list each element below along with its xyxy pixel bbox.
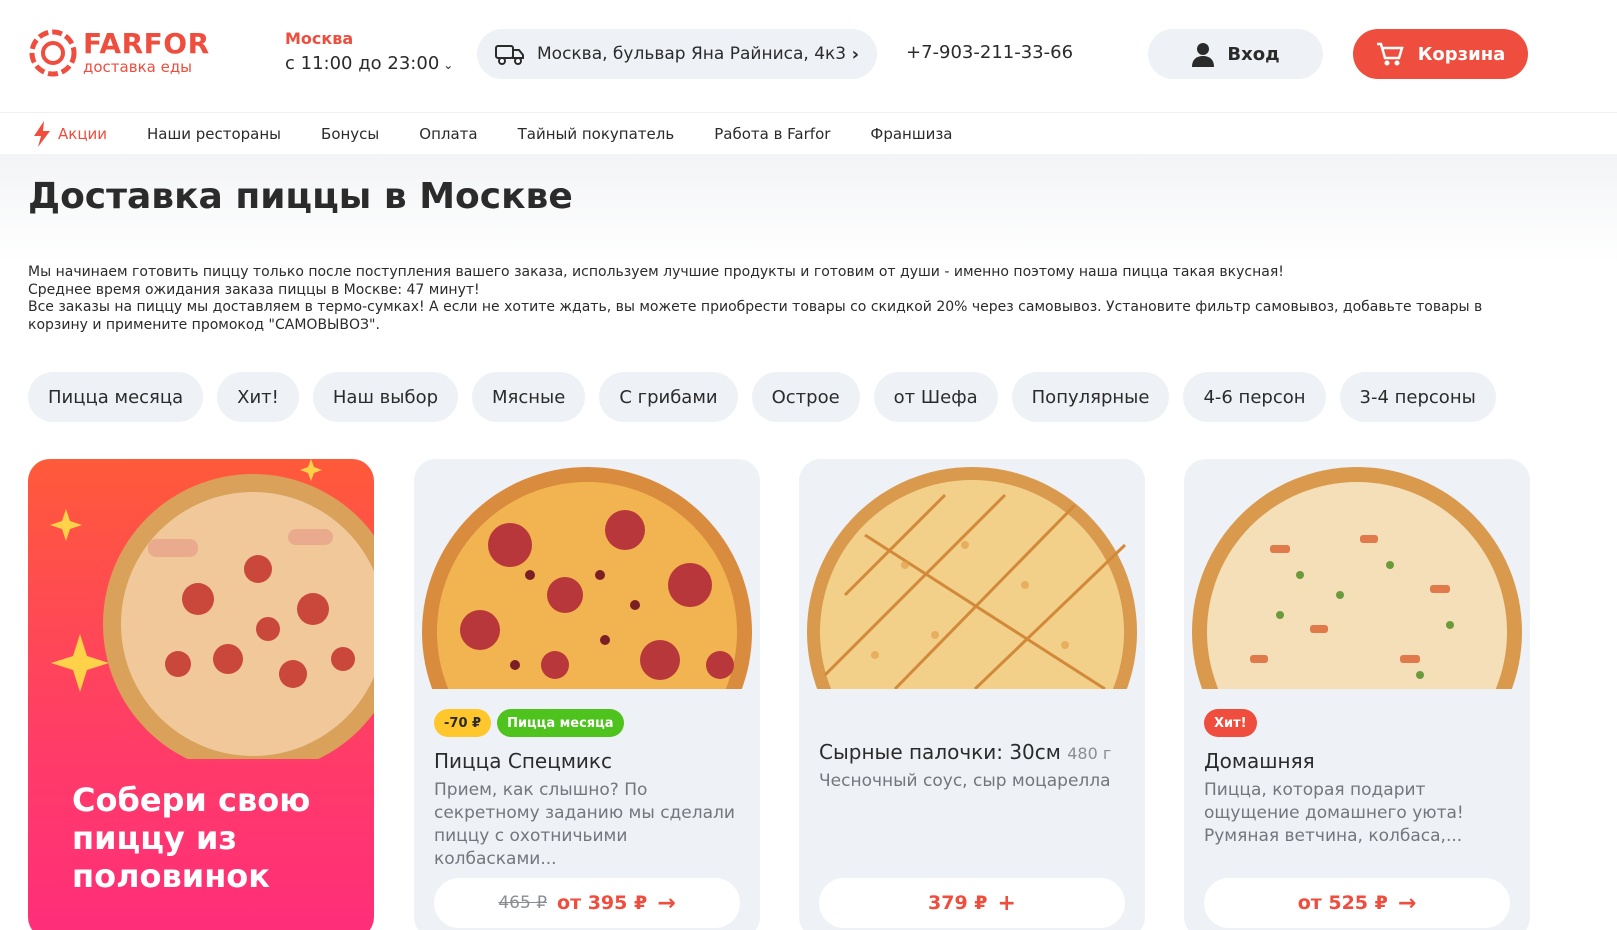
price: от 525 ₽ (1297, 892, 1388, 914)
pizza-of-month-badge: Пицца месяца (497, 709, 624, 737)
pizza-image (422, 467, 752, 689)
product-name: Пицца Спецмикс (434, 749, 612, 773)
main-nav: Акции Наши рестораны Бонусы Оплата Тайны… (0, 112, 1617, 154)
product-card[interactable]: Сырные палочки: 30см 480 г Чесночный соу… (799, 459, 1145, 930)
promo-text-line: половинок (72, 857, 270, 895)
nav-item-promotions[interactable]: Акции (32, 120, 108, 147)
login-label: Вход (1227, 43, 1280, 65)
filter-chip[interactable]: Мясные (472, 372, 586, 422)
filter-chip[interactable]: С грибами (599, 372, 738, 422)
filter-chip[interactable]: Острое (751, 372, 860, 422)
nav-item-restaurants[interactable]: Наши рестораны (147, 125, 281, 143)
nav-item-mystery-shopper[interactable]: Тайный покупатель (518, 125, 675, 143)
working-hours: с 11:00 до 23:00 (285, 53, 440, 74)
nav-item-payment[interactable]: Оплата (419, 125, 477, 143)
filter-chip[interactable]: Пицца месяца (28, 372, 204, 422)
cart-button[interactable]: Корзина (1353, 29, 1528, 79)
product-description: Прием, как слышно? По секретному заданию… (434, 780, 735, 869)
city-name: Москва (285, 29, 354, 48)
product-name-text: Сырные палочки: 30см (819, 740, 1061, 764)
logo-icon (29, 29, 77, 77)
address-text: Москва, бульвар Яна Райниса, 4к3 (537, 44, 847, 64)
pizza-image (807, 467, 1137, 689)
page-title: Доставка пиццы в Москве (28, 176, 573, 217)
phone-number[interactable]: +7-903-211-33-66 (906, 42, 1073, 63)
product-name: Домашняя (1204, 749, 1315, 773)
filter-chip[interactable]: от Шефа (873, 372, 998, 422)
price-button[interactable]: 379 ₽ + (819, 878, 1125, 928)
lightning-icon (34, 120, 50, 147)
description-line: Мы начинаем готовить пиццу только после … (28, 264, 1284, 280)
product-name: Сырные палочки: 30см 480 г (819, 740, 1111, 764)
old-price: 465 ₽ (498, 893, 548, 913)
page-description: Мы начинаем готовить пиццу только после … (28, 264, 1528, 334)
truck-icon (495, 45, 524, 65)
price: от 395 ₽ (557, 892, 648, 914)
price: 379 ₽ (928, 892, 988, 914)
arrow-right-icon: → (1397, 890, 1417, 916)
discount-badge: -70 ₽ (434, 709, 492, 737)
product-weight: 480 г (1067, 744, 1112, 763)
sparkle-icon (300, 459, 322, 481)
nav-label: Акции (58, 124, 108, 143)
header: FARFOR доставка еды Москва с 11:00 до 23… (0, 0, 1617, 112)
product-description: Пицца, которая подарит ощущение домашнег… (1204, 780, 1464, 846)
product-name-text: Пицца Спецмикс (434, 749, 612, 773)
logo-subtitle: доставка еды (83, 58, 193, 76)
promo-text-line: пиццу из (72, 819, 237, 857)
description-line: Среднее время ожидания заказа пиццы в Мо… (28, 281, 480, 298)
product-description: Чесночный соус, сыр моцарелла (819, 771, 1111, 791)
city-selector[interactable]: Москва с 11:00 до 23:00 ⌄ (285, 28, 453, 79)
product-card[interactable]: -70 ₽ Пицца месяца Пицца Спецмикс Прием,… (414, 459, 760, 930)
price-button[interactable]: от 525 ₽ → (1204, 878, 1510, 928)
filter-chip[interactable]: 3-4 персоны (1339, 372, 1496, 422)
cart-label: Корзина (1417, 43, 1506, 65)
nav-item-bonuses[interactable]: Бонусы (321, 125, 379, 143)
badges: -70 ₽ Пицца месяца (434, 709, 624, 737)
logo-brand: FARFOR (83, 27, 210, 60)
hit-badge: Хит! (1204, 709, 1257, 737)
arrow-right-icon: → (657, 890, 676, 916)
pizza-image (50, 459, 374, 759)
chevron-right-icon: › (851, 43, 859, 65)
plus-icon: + (997, 890, 1016, 916)
filter-chip[interactable]: Популярные (1011, 372, 1170, 422)
constructor-promo-card[interactable]: Собери свою пиццу из половинок (28, 459, 374, 930)
pizza-image (1192, 467, 1522, 689)
badges: Хит! (1204, 709, 1257, 737)
filter-chips: Пицца месяца Хит! Наш выбор Мясные С гри… (28, 372, 1496, 422)
product-name-text: Домашняя (1204, 749, 1315, 773)
nav-item-careers[interactable]: Работа в Farfor (714, 125, 830, 143)
product-card[interactable]: Хит! Домашняя Пицца, которая подарит ощу… (1184, 459, 1530, 930)
user-icon (1192, 43, 1215, 67)
nav-item-franchise[interactable]: Франшиза (870, 125, 952, 143)
delivery-address-button[interactable]: Москва, бульвар Яна Райниса, 4к3 › (477, 29, 877, 79)
sparkle-icon (51, 634, 109, 692)
login-button[interactable]: Вход (1148, 29, 1323, 79)
cart-icon (1376, 42, 1404, 66)
price-button[interactable]: 465 ₽ от 395 ₽ → (434, 878, 740, 928)
logo[interactable]: FARFOR доставка еды (28, 28, 218, 80)
promo-text: Собери свою пиццу из половинок (72, 781, 310, 895)
promo-text-line: Собери свою (72, 781, 311, 819)
filter-chip[interactable]: 4-6 персон (1183, 372, 1326, 422)
filter-chip[interactable]: Хит! (217, 372, 299, 422)
sparkle-icon (50, 509, 82, 541)
filter-chip[interactable]: Наш выбор (312, 372, 459, 422)
chevron-down-icon: ⌄ (443, 58, 454, 72)
description-line: Все заказы на пиццу мы доставляем в терм… (28, 299, 1483, 333)
